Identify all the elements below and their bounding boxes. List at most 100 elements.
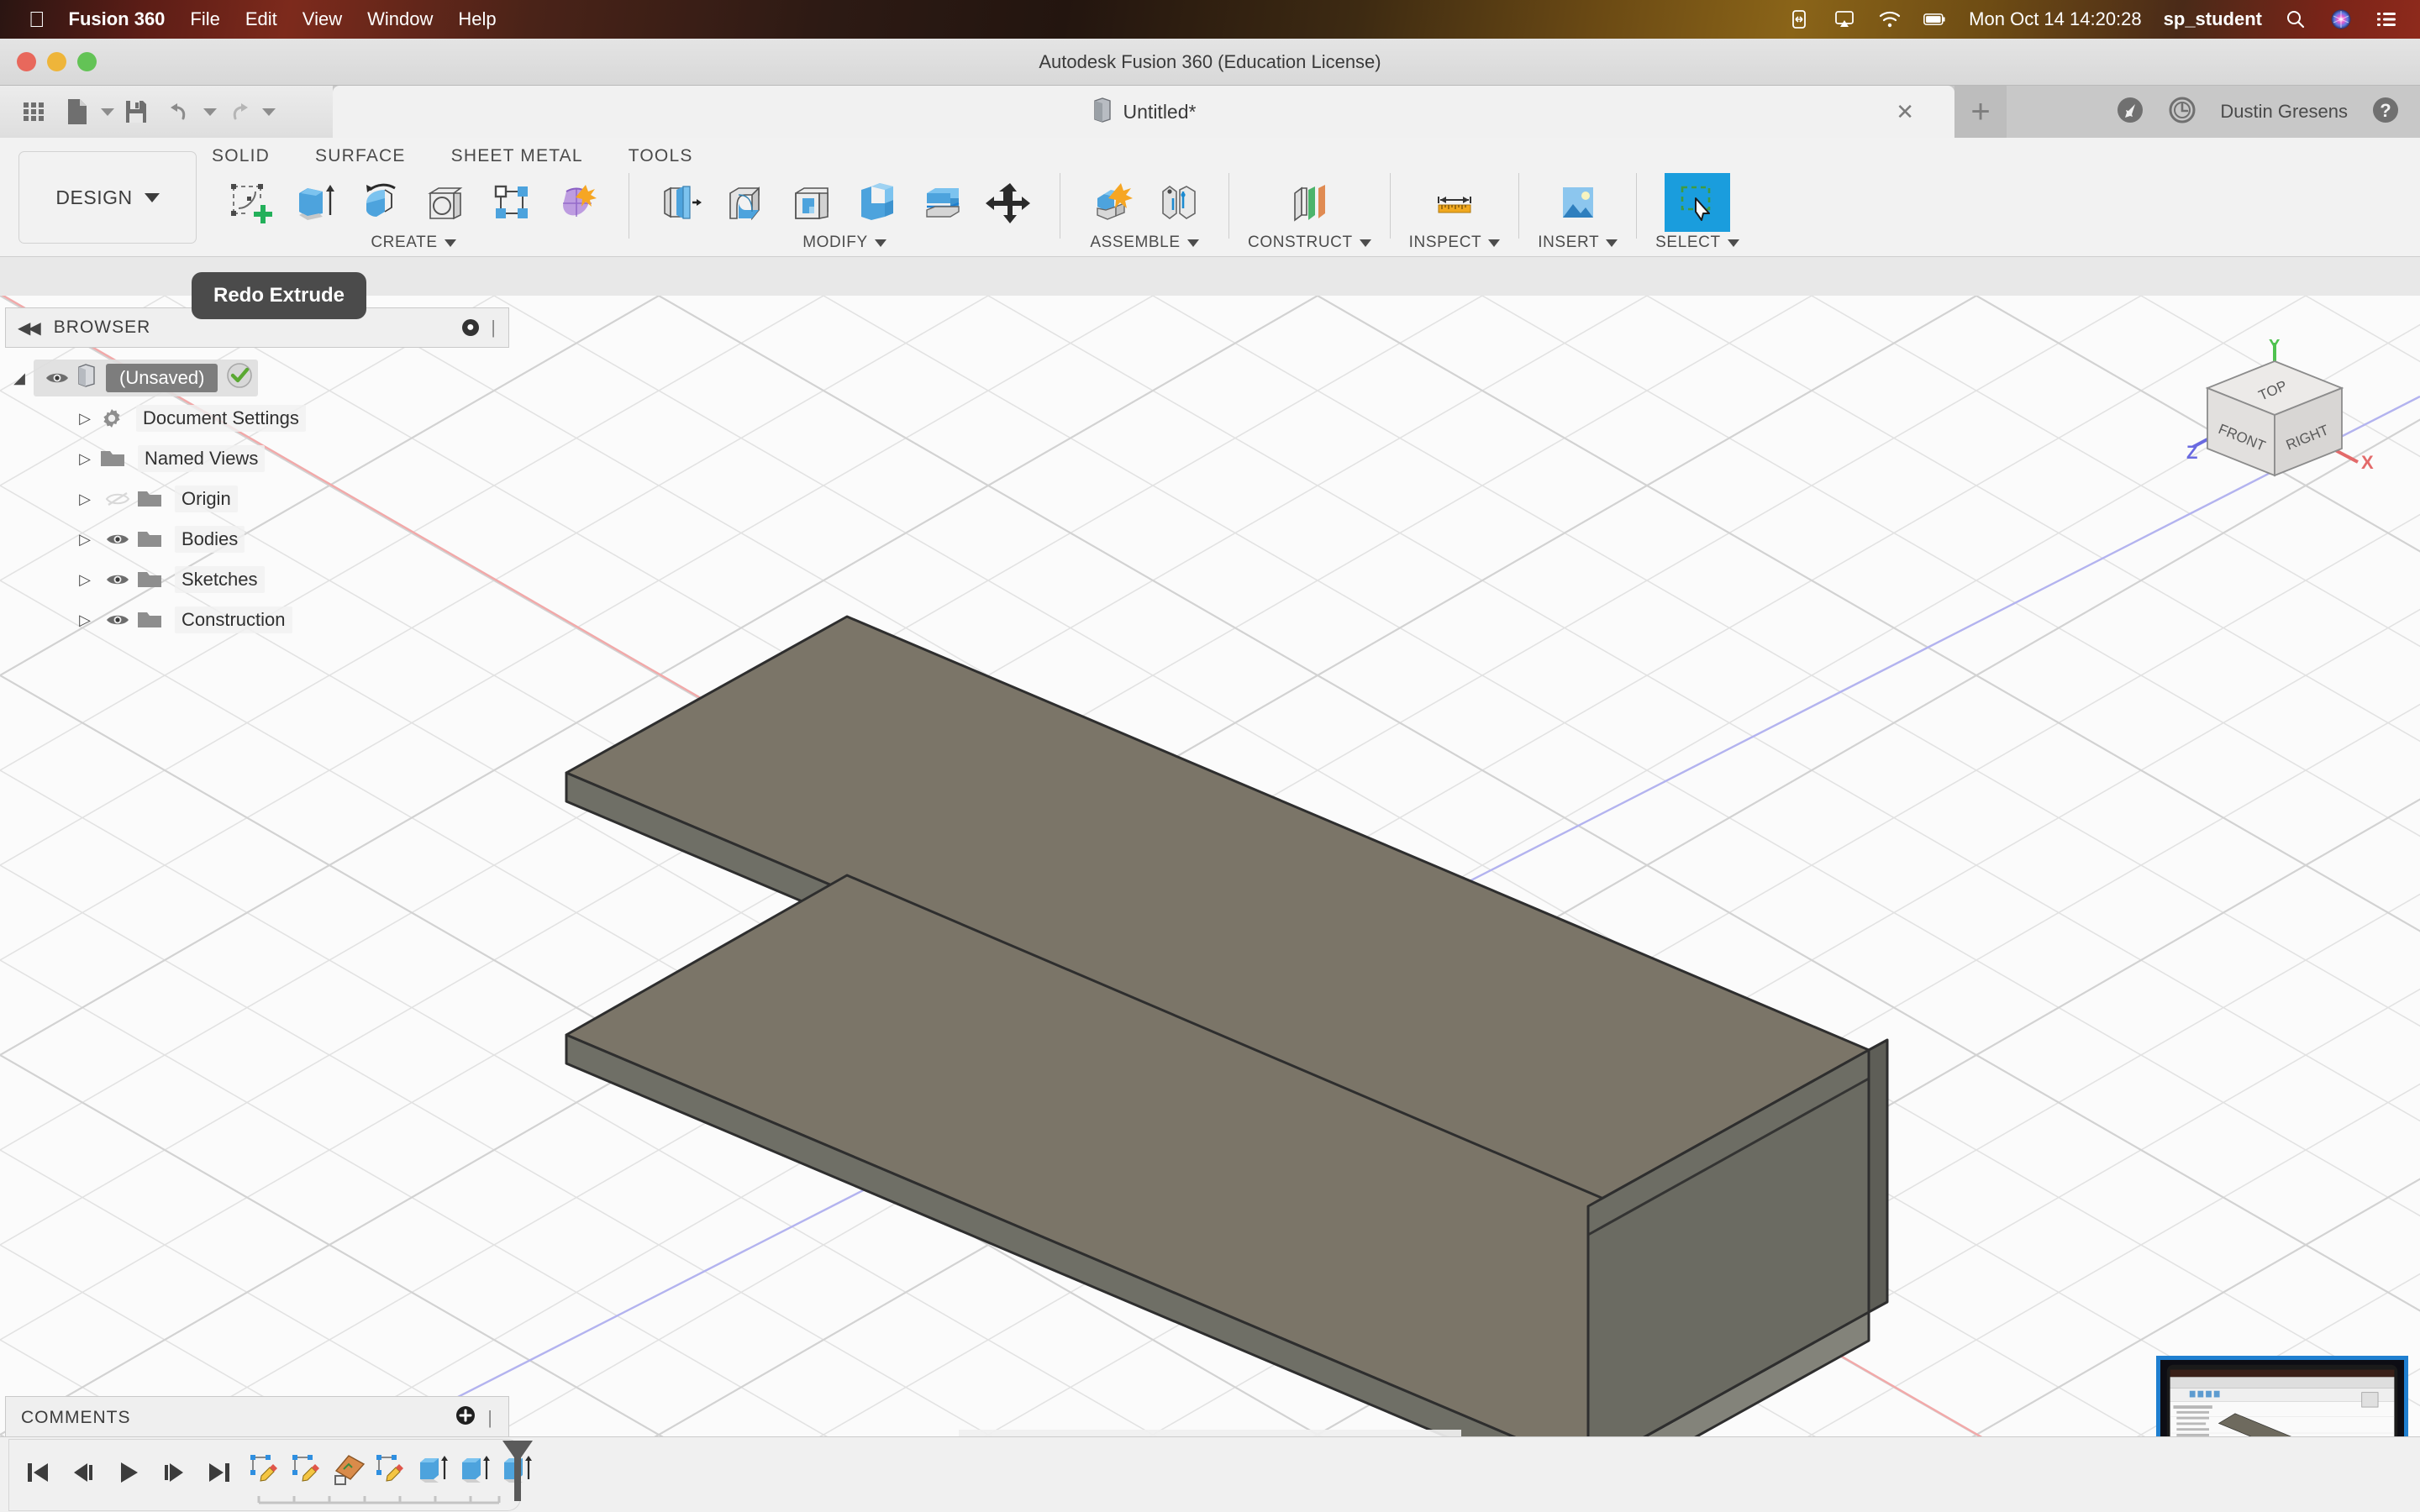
browser-item-document-settings[interactable]: ▷ Document Settings [5,398,509,438]
browser-options-icon[interactable]: ● [462,319,480,336]
insert-image-button[interactable] [1545,173,1611,232]
apple-icon[interactable]:  [29,8,45,30]
new-component-button[interactable] [1079,173,1144,232]
browser-item-sketches[interactable]: ▷ Sketches [5,559,509,600]
move-copy-button[interactable] [976,173,1041,232]
rectangular-pattern-button[interactable] [479,173,544,232]
browser-item-bodies[interactable]: ▷ Bodies [5,519,509,559]
extrude-button[interactable] [282,173,348,232]
browser-item-named-views[interactable]: ▷ Named Views [5,438,509,479]
screen-mirroring-icon[interactable] [1787,8,1811,30]
go-to-end-button[interactable] [197,1449,242,1496]
menu-item-help[interactable]: Help [458,8,496,30]
view-cube[interactable]: TOP FRONT RIGHT Z X Y [2170,336,2380,504]
close-tab-button[interactable]: ✕ [1896,99,1914,125]
help-icon[interactable]: ? [2371,96,2400,129]
fillet-button[interactable] [713,173,779,232]
expand-toggle[interactable]: ▷ [71,491,99,508]
account-name[interactable]: Dustin Gresens [2220,101,2348,123]
show-data-panel-button[interactable] [12,92,55,131]
redo-caret[interactable] [262,108,276,116]
viewport-canvas[interactable]: ◀◀ BROWSER ● | ◢ (Unsaved) ▷ Document Se… [0,296,2420,1512]
tab-surface[interactable]: SURFACE [315,146,406,166]
offset-face-button[interactable] [910,173,976,232]
menu-app-name[interactable]: Fusion 360 [69,8,166,30]
menubar-clock[interactable]: Mon Oct 14 14:20:28 [1969,8,2141,30]
visibility-toggle[interactable] [99,571,136,588]
menu-item-view[interactable]: View [302,8,342,30]
menu-item-file[interactable]: File [190,8,219,30]
save-button[interactable] [114,92,158,131]
browser-item-construction[interactable]: ▷ Construction [5,600,509,640]
browser-resize-grip[interactable]: | [491,317,497,339]
wifi-icon[interactable] [1878,8,1902,30]
timeline-feature-sketch[interactable] [286,1447,328,1491]
expand-toggle[interactable]: ▷ [71,612,99,629]
browser-item-origin[interactable]: ▷ Origin [5,479,509,519]
control-center-icon[interactable] [2375,8,2398,30]
document-tab[interactable]: Untitled* ✕ [333,86,1954,138]
undo-caret[interactable] [203,108,217,116]
battery-icon[interactable] [1923,8,1947,30]
ribbon-group-label-create[interactable]: CREATE [371,234,456,252]
visibility-toggle[interactable] [39,370,76,386]
expand-toggle[interactable]: ▷ [71,410,99,428]
comments-resize-grip[interactable]: | [487,1407,493,1429]
offset-plane-button[interactable] [1276,173,1342,232]
shell-button[interactable] [779,173,844,232]
tab-sheet-metal[interactable]: SHEET METAL [451,146,583,166]
timeline-end-marker[interactable] [514,1444,521,1501]
visibility-toggle[interactable] [99,531,136,548]
file-menu-caret[interactable] [101,108,114,116]
tab-tools[interactable]: TOOLS [629,146,693,166]
select-tool-button[interactable] [1664,173,1730,232]
ribbon-group-label-insert[interactable]: INSERT [1538,234,1618,252]
ribbon-group-label-construct[interactable]: CONSTRUCT [1248,234,1371,252]
mirror-body-button[interactable] [544,173,610,232]
expand-toggle[interactable]: ◢ [5,370,34,387]
expand-toggle[interactable]: ▷ [71,450,99,468]
browser-root-row[interactable]: ◢ (Unsaved) [5,358,509,398]
redo-button[interactable] [217,92,260,131]
extension-icon[interactable] [2116,96,2144,129]
timeline-feature-sketch[interactable] [244,1447,286,1491]
go-to-beginning-button[interactable] [15,1449,60,1496]
new-tab-button[interactable]: + [1954,86,2007,138]
workspace-switcher[interactable]: DESIGN [18,151,197,244]
measure-button[interactable] [1422,173,1487,232]
timeline-feature-construction-plane[interactable] [328,1447,370,1491]
timeline-feature-sketch[interactable] [370,1447,412,1491]
menu-item-edit[interactable]: Edit [245,8,277,30]
visibility-toggle[interactable] [99,491,136,507]
press-pull-button[interactable] [648,173,713,232]
step-back-button[interactable] [60,1449,106,1496]
visibility-toggle[interactable] [99,612,136,628]
collapse-panel-icon[interactable]: ◀◀ [18,318,41,339]
hole-button[interactable] [413,173,479,232]
siri-icon[interactable] [2329,8,2353,30]
menu-item-window[interactable]: Window [367,8,433,30]
create-sketch-button[interactable] [217,173,282,232]
step-forward-button[interactable] [151,1449,197,1496]
airplay-icon[interactable] [1833,8,1856,30]
clock-icon[interactable] [2168,96,2196,129]
play-button[interactable] [106,1449,151,1496]
comments-panel[interactable]: COMMENTS | [5,1396,509,1440]
tab-solid[interactable]: SOLID [212,146,270,166]
file-menu-button[interactable] [55,92,99,131]
combine-button[interactable] [844,173,910,232]
ribbon-group-label-modify[interactable]: MODIFY [802,234,886,252]
add-comment-button[interactable] [455,1405,476,1431]
undo-button[interactable] [158,92,202,131]
search-icon[interactable] [2284,8,2307,30]
menubar-username[interactable]: sp_student [2164,8,2262,30]
timeline-feature-extrude[interactable] [412,1447,454,1491]
ribbon-group-label-select[interactable]: SELECT [1655,234,1739,252]
ribbon-group-label-inspect[interactable]: INSPECT [1409,234,1501,252]
timeline-feature-extrude[interactable] [454,1447,496,1491]
expand-toggle[interactable]: ▷ [71,531,99,549]
joint-button[interactable] [1144,173,1210,232]
expand-toggle[interactable]: ▷ [71,571,99,589]
ribbon-group-label-assemble[interactable]: ASSEMBLE [1090,234,1199,252]
revolve-button[interactable] [348,173,413,232]
